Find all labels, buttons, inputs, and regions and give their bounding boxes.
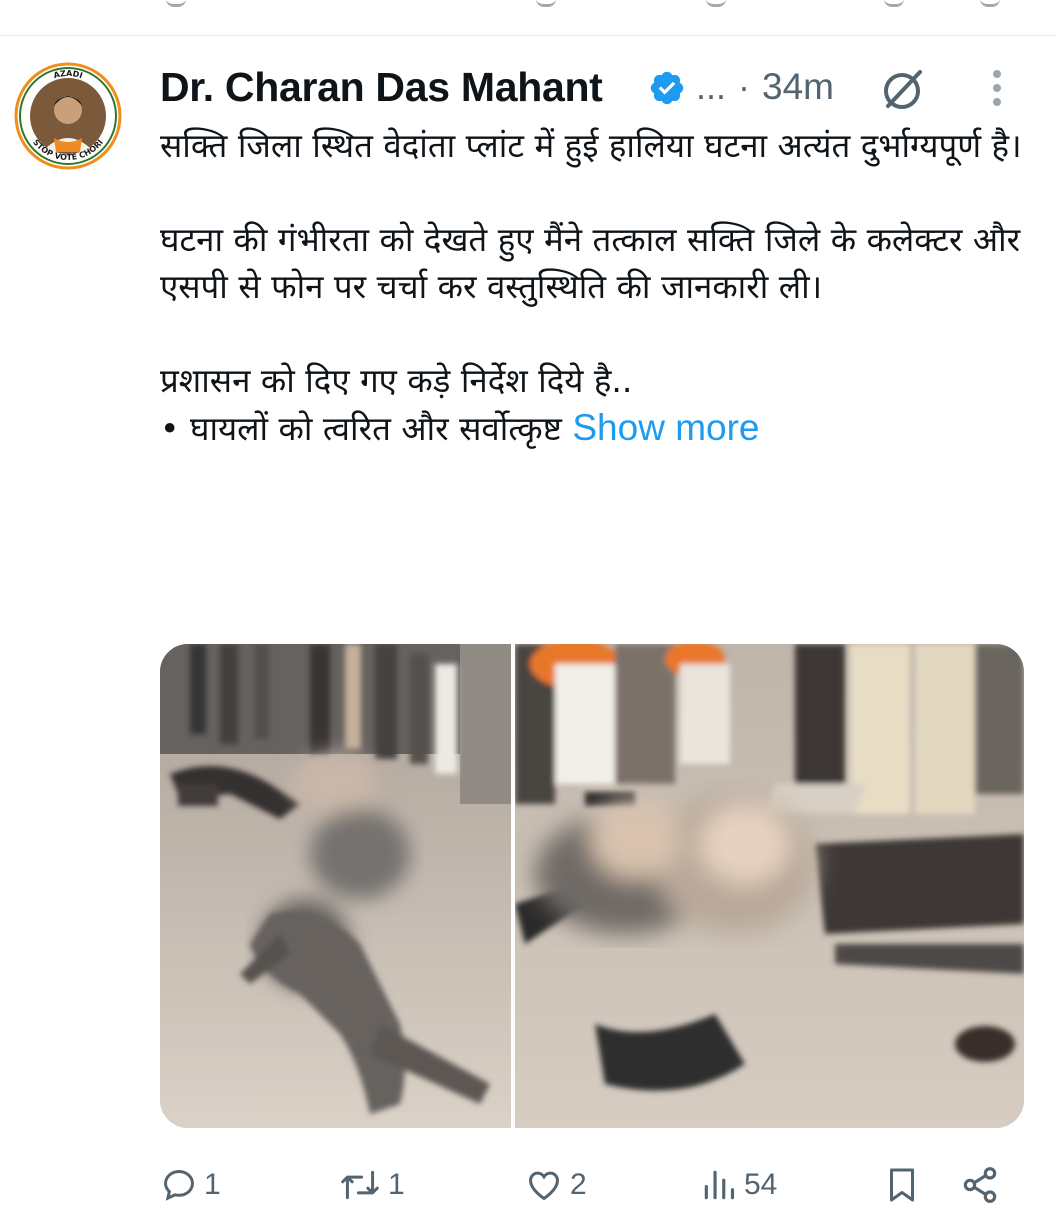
views-button[interactable]: 54 xyxy=(700,1155,777,1215)
tweet-bullet-text: • घायलों को त्वरित और सर्वोत्कृष्ट xyxy=(160,409,562,448)
share-icon xyxy=(960,1165,1000,1205)
header-ellipsis: ... xyxy=(696,66,727,107)
like-button[interactable]: 2 xyxy=(524,1155,587,1215)
bookmark-button[interactable] xyxy=(884,1155,920,1215)
repost-button[interactable]: 1 xyxy=(338,1155,405,1215)
bookmark-icon xyxy=(884,1165,920,1205)
reply-count: 1 xyxy=(204,1168,221,1201)
more-vertical-icon[interactable] xyxy=(982,66,1012,110)
verified-badge-icon[interactable] xyxy=(648,69,686,107)
tweet-media[interactable] xyxy=(160,644,1024,1128)
header-separator: · xyxy=(738,66,750,107)
tweet-text: सक्ति जिला स्थित वेदांता प्लांट में हुई … xyxy=(160,122,1030,452)
reply-icon xyxy=(160,1166,198,1204)
author-name[interactable]: Dr. Charan Das Mahant xyxy=(160,60,603,114)
previous-tweet-actions-fragment xyxy=(0,0,1056,34)
media-photo-1[interactable] xyxy=(160,644,511,1128)
heart-icon xyxy=(524,1166,564,1204)
media-photo-2[interactable] xyxy=(515,644,1024,1128)
grok-icon[interactable] xyxy=(878,64,928,114)
repost-count: 1 xyxy=(388,1168,405,1201)
post-time[interactable]: 34m xyxy=(762,60,834,114)
tweet-actions: 1 1 2 54 xyxy=(160,1155,1040,1215)
tweet-header: Dr. Charan Das Mahant ... · 34m xyxy=(160,60,1040,114)
views-icon xyxy=(700,1166,738,1204)
views-count: 54 xyxy=(744,1168,778,1201)
tweet-paragraph-with-more: • घायलों को त्वरित और सर्वोत्कृष्ट Show … xyxy=(160,404,1030,452)
reply-button[interactable]: 1 xyxy=(160,1155,221,1215)
tweet-divider xyxy=(0,35,1056,36)
tweet-paragraph: प्रशासन को दिए गए कड़े निर्देश दिये है.. xyxy=(160,361,633,400)
repost-icon xyxy=(338,1166,382,1204)
avatar[interactable]: AZADI STOP VOTE CHORI xyxy=(14,62,122,170)
tweet-paragraph: घटना की गंभीरता को देखते हुए मैंने तत्का… xyxy=(160,220,1021,306)
show-more-link[interactable]: Show more xyxy=(572,407,759,448)
tweet-paragraph: सक्ति जिला स्थित वेदांता प्लांट में हुई … xyxy=(160,126,1022,165)
share-button[interactable] xyxy=(960,1155,1000,1215)
like-count: 2 xyxy=(570,1168,587,1201)
